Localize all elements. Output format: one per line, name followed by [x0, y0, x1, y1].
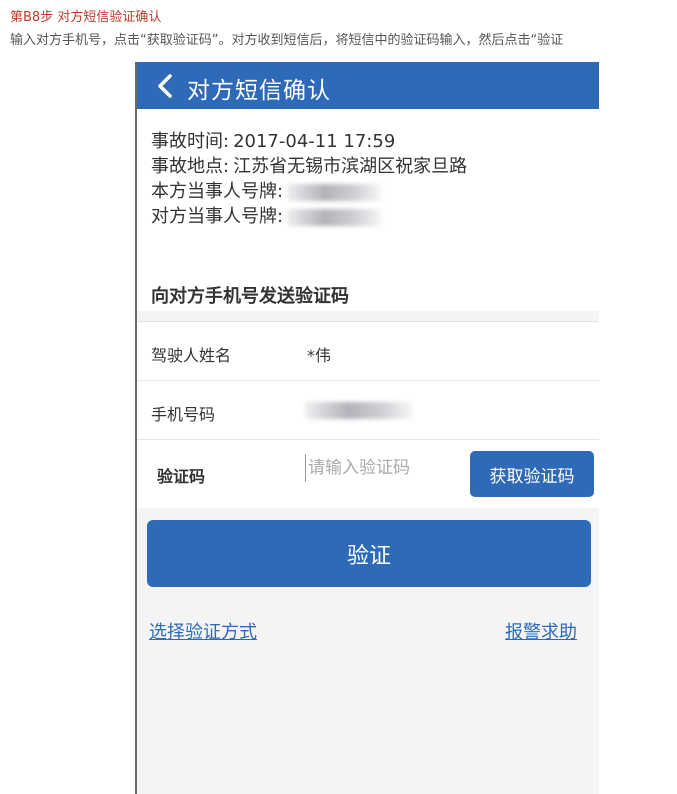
- verify-button[interactable]: 验证: [147, 520, 591, 587]
- phone-number-row: 手机号码: [137, 380, 599, 439]
- driver-name-row: 驾驶人姓名 *伟: [137, 321, 599, 380]
- article-description: 输入对方手机号，点击“获取验证码”。对方收到短信后，将短信中的验证码输入，然后点…: [10, 33, 564, 48]
- phone-number-label: 手机号码: [151, 405, 216, 424]
- accident-place-value: 江苏省无锡市滨湖区祝家旦路: [233, 156, 468, 177]
- accident-time: 事故时间: 2017-04-11 17:59: [151, 127, 395, 153]
- accident-info-card: 事故时间: 2017-04-11 17:59 事故地点: 江苏省无锡市滨湖区祝家旦路…: [137, 109, 599, 311]
- choose-verification-method-link[interactable]: 选择验证方式: [149, 618, 257, 644]
- own-plate: 本方当事人号牌:: [151, 177, 383, 203]
- sms-section-title: 向对方手机号发送验证码: [151, 286, 349, 307]
- own-plate-label: 本方当事人号牌:: [151, 181, 284, 202]
- other-plate-label: 对方当事人号牌:: [151, 206, 284, 227]
- accident-place: 事故地点: 江苏省无锡市滨湖区祝家旦路: [151, 152, 467, 178]
- driver-name-value: *伟: [307, 346, 332, 365]
- verification-code-row: 验证码 获取验证码: [137, 439, 599, 508]
- other-plate-blurred-value: [287, 208, 383, 226]
- chevron-left-icon[interactable]: [154, 73, 178, 99]
- verification-code-label: 验证码: [157, 467, 206, 486]
- own-plate-blurred-value: [287, 183, 383, 201]
- verification-code-input[interactable]: [305, 454, 460, 482]
- other-plate: 对方当事人号牌:: [151, 202, 383, 228]
- accident-place-label: 事故地点:: [151, 156, 230, 177]
- report-police-link[interactable]: 报警求助: [505, 618, 577, 644]
- article-step-title: 第B8步 对方短信验证确认: [10, 10, 162, 25]
- phone-number-blurred-value: [305, 402, 413, 419]
- page-title: 对方短信确认: [187, 78, 331, 104]
- nav-bar: 对方短信确认: [137, 62, 599, 109]
- phone-screenshot: 对方短信确认 事故时间: 2017-04-11 17:59 事故地点: 江苏省无锡市…: [135, 62, 599, 794]
- accident-time-value: 2017-04-11 17:59: [233, 131, 396, 152]
- get-code-button[interactable]: 获取验证码: [470, 451, 594, 497]
- accident-time-label: 事故时间:: [151, 131, 230, 152]
- driver-name-label: 驾驶人姓名: [151, 346, 232, 365]
